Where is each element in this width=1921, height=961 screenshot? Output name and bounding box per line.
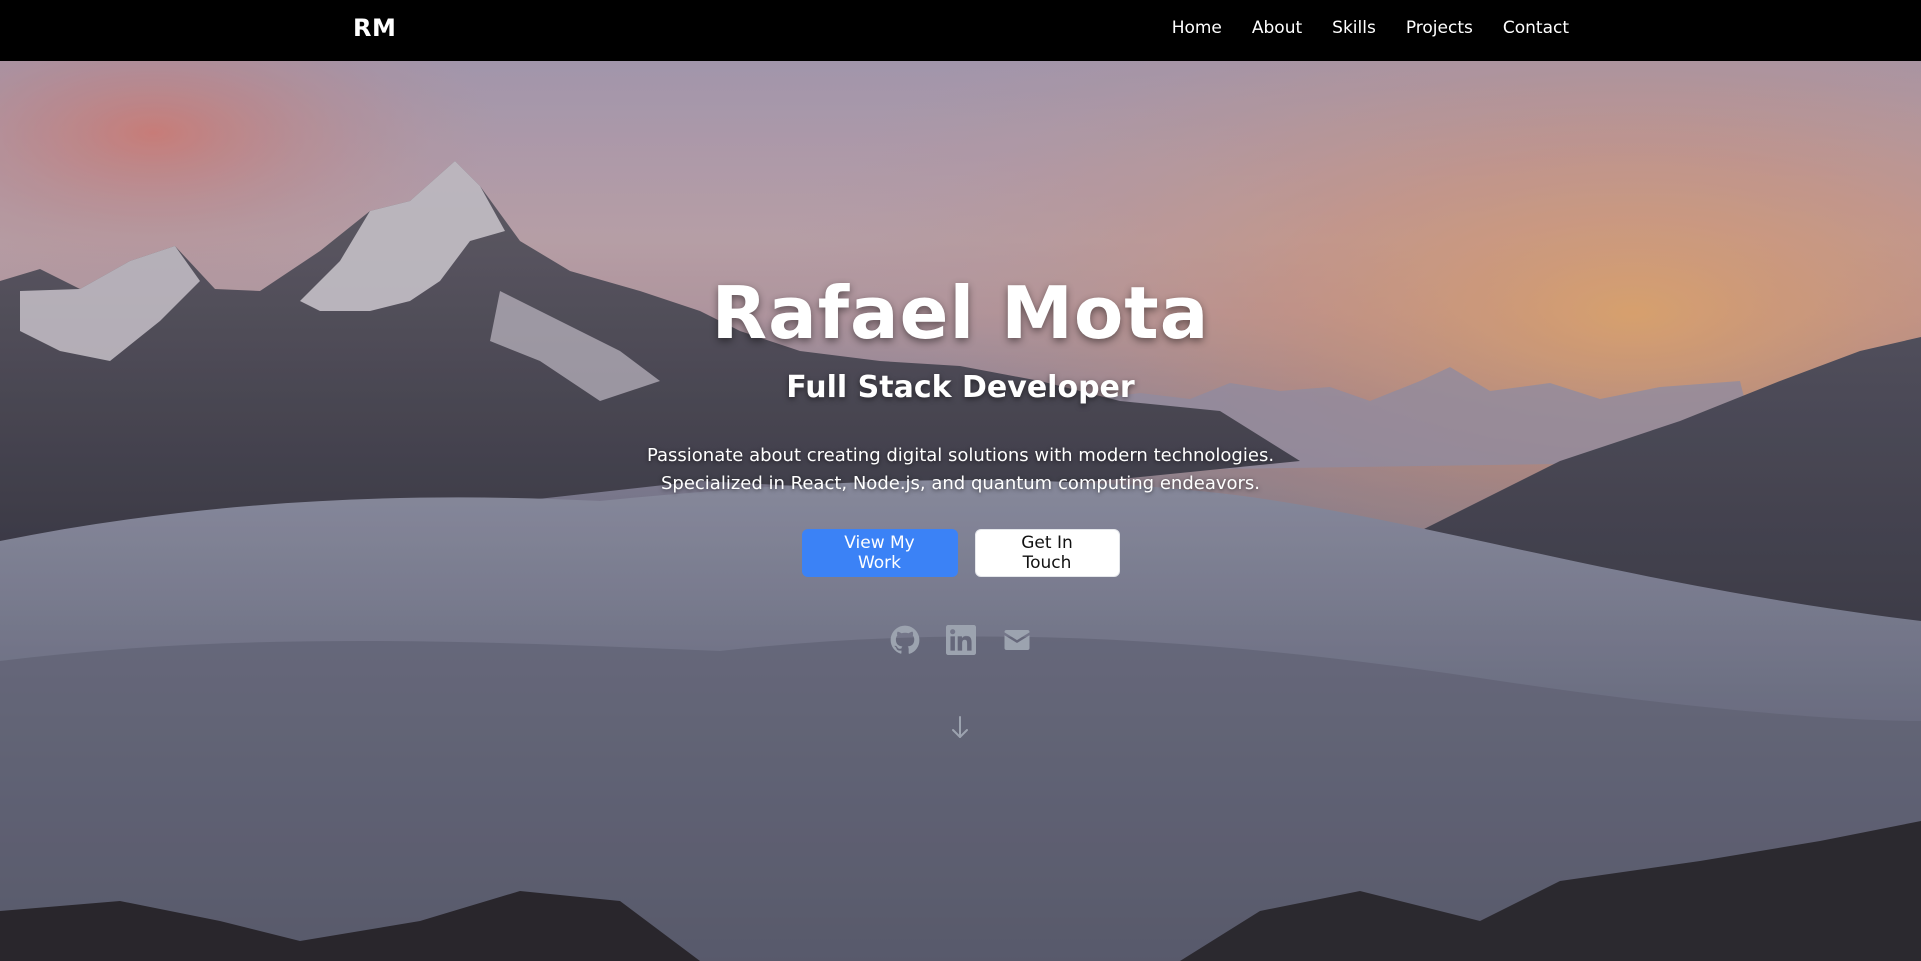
nav-link-home[interactable]: Home — [1172, 18, 1222, 38]
mail-icon[interactable] — [1002, 625, 1032, 655]
get-in-touch-button[interactable]: Get In Touch — [974, 529, 1120, 577]
page: RM Home About Skills Projects Contact Ra… — [0, 0, 1921, 961]
nav-link-about[interactable]: About — [1252, 18, 1302, 38]
hero-content: Rafael Mota Full Stack Developer Passion… — [0, 61, 1921, 961]
hero-description-line2: Specialized in React, Node.js, and quant… — [660, 473, 1261, 494]
nav-link-contact[interactable]: Contact — [1503, 18, 1569, 38]
nav-link-skills[interactable]: Skills — [1332, 18, 1376, 38]
hero-subtitle: Full Stack Developer — [786, 370, 1135, 405]
hero-description-line1: Passionate about creating digital soluti… — [646, 445, 1275, 466]
arrow-down-icon[interactable] — [948, 713, 972, 741]
hero-description: Passionate about creating digital soluti… — [0, 442, 1921, 498]
hero-title: Rafael Mota — [711, 271, 1210, 355]
nav-link-projects[interactable]: Projects — [1406, 18, 1473, 38]
view-my-work-button[interactable]: View My Work — [801, 529, 958, 577]
github-icon[interactable] — [890, 625, 920, 655]
hero-section: Rafael Mota Full Stack Developer Passion… — [0, 61, 1921, 961]
nav-links: Home About Skills Projects Contact — [1142, 18, 1569, 38]
brand-logo[interactable]: RM — [353, 14, 396, 42]
linkedin-icon[interactable] — [945, 625, 976, 655]
social-links — [0, 625, 1921, 655]
hero-buttons: View My Work Get In Touch — [0, 529, 1921, 577]
navbar: RM Home About Skills Projects Contact — [0, 0, 1921, 61]
